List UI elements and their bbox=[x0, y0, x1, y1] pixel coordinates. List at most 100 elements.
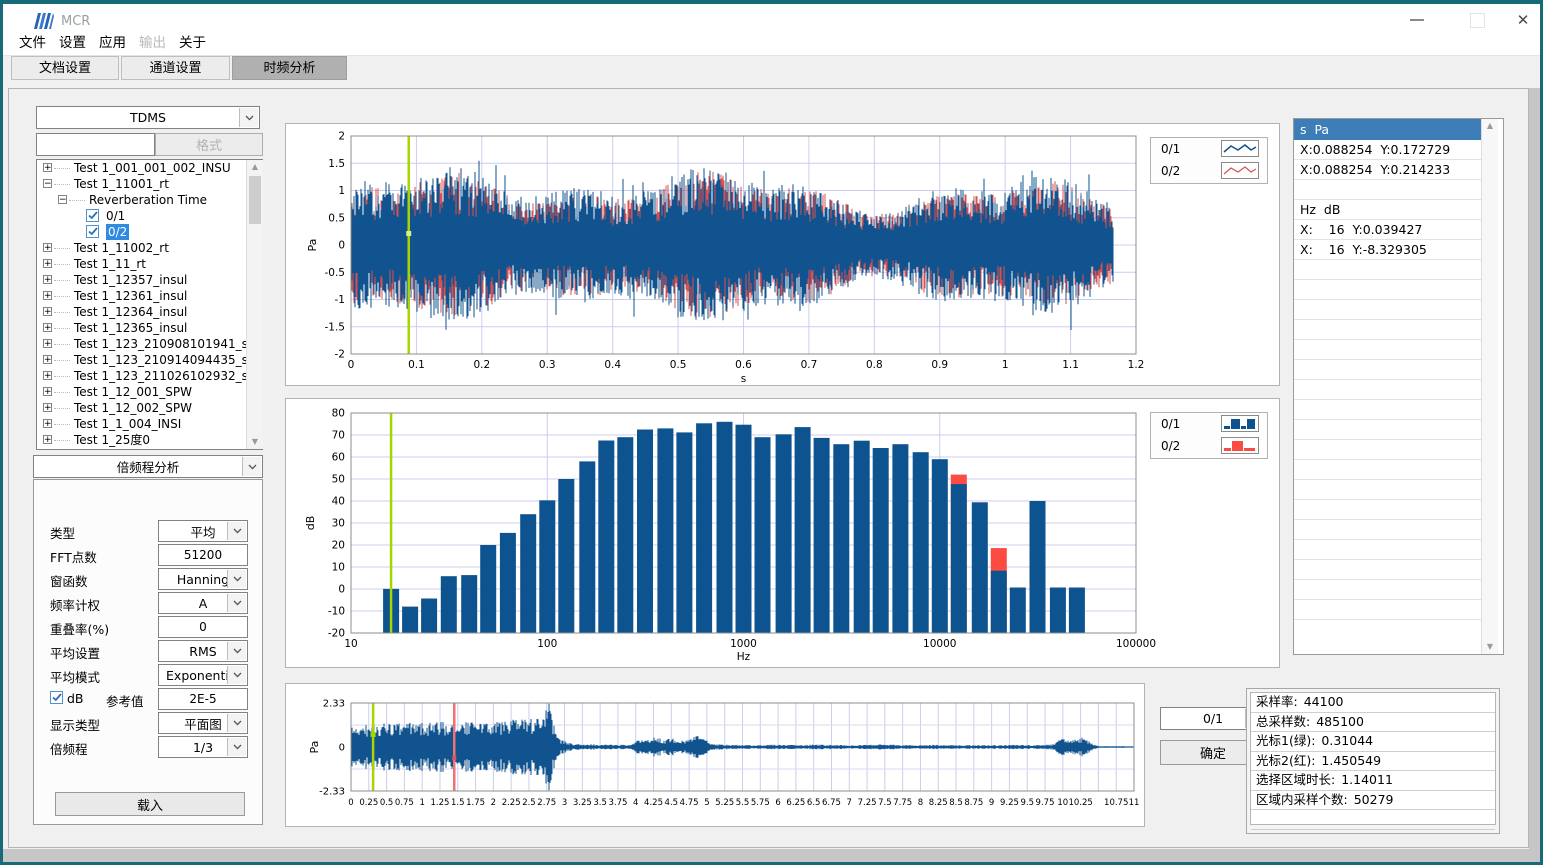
expand-icon[interactable]: + bbox=[43, 291, 52, 300]
svg-text:1.5: 1.5 bbox=[328, 158, 345, 170]
expand-icon[interactable]: + bbox=[43, 243, 52, 252]
octave-spectrum-chart[interactable]: 80706050403020100-10-2010100100010000100… bbox=[285, 398, 1280, 668]
expand-icon[interactable]: + bbox=[43, 259, 52, 268]
expand-icon[interactable]: + bbox=[43, 403, 52, 412]
scroll-up-icon[interactable]: ▲ bbox=[247, 160, 263, 174]
form-combo[interactable]: A bbox=[158, 592, 248, 614]
tab-3[interactable]: 时频分析 bbox=[232, 56, 347, 80]
filter-input[interactable] bbox=[36, 133, 155, 156]
svg-text:0.2: 0.2 bbox=[473, 359, 490, 371]
tree-checkbox[interactable] bbox=[86, 225, 99, 238]
legend-row: 0/2 bbox=[1151, 435, 1267, 457]
expand-icon[interactable]: + bbox=[43, 275, 52, 284]
chevron-down-icon[interactable] bbox=[227, 570, 246, 588]
menu-item-5[interactable]: 关于 bbox=[179, 32, 206, 55]
tree-item[interactable]: +Test 1_12_001_SPW bbox=[37, 384, 262, 400]
tree-item[interactable]: −Reverberation Time bbox=[37, 192, 262, 208]
readout-row bbox=[1294, 580, 1482, 600]
form-combo[interactable]: Exponential bbox=[158, 664, 248, 686]
stats-row: 选择区域时长:1.14011 bbox=[1251, 771, 1495, 791]
tree-item[interactable]: +Test 1_12364_insul bbox=[37, 304, 262, 320]
form-combo[interactable]: 1/3 bbox=[158, 736, 248, 758]
file-tree[interactable]: +Test 1_001_001_002_INSU−Test 1_11001_rt… bbox=[36, 159, 263, 450]
tree-scrollbar-thumb[interactable] bbox=[249, 176, 261, 224]
tree-item[interactable]: +Test 1_12361_insul bbox=[37, 288, 262, 304]
expand-icon[interactable]: + bbox=[43, 435, 52, 444]
load-button[interactable]: 载入 bbox=[55, 792, 245, 816]
chevron-down-icon[interactable] bbox=[227, 522, 246, 540]
chevron-down-icon[interactable] bbox=[227, 594, 246, 612]
scroll-down-icon[interactable]: ▼ bbox=[247, 435, 263, 449]
menu-item-1[interactable]: 文件 bbox=[19, 32, 46, 55]
tree-item[interactable]: 0/1 bbox=[37, 208, 262, 224]
readout-row: X: 16 Y:0.039427 bbox=[1294, 220, 1482, 240]
minimize-button[interactable] bbox=[1401, 10, 1433, 30]
chevron-down-icon[interactable] bbox=[239, 108, 258, 127]
tree-item[interactable]: +Test 1_11002_rt bbox=[37, 240, 262, 256]
readout-scrollbar[interactable]: ▲ ▼ bbox=[1481, 119, 1498, 654]
form-combo[interactable]: Hanning bbox=[158, 568, 248, 590]
menu-item-3[interactable]: 应用 bbox=[99, 32, 126, 55]
tree-item[interactable]: −Test 1_11001_rt bbox=[37, 176, 262, 192]
chevron-down-icon[interactable] bbox=[227, 738, 246, 756]
expand-icon[interactable]: + bbox=[43, 355, 52, 364]
scroll-down-icon[interactable]: ▼ bbox=[1482, 640, 1498, 654]
svg-text:1: 1 bbox=[419, 798, 424, 808]
form-input[interactable]: 51200 bbox=[158, 544, 248, 566]
form-input[interactable]: 2E-5 bbox=[158, 688, 248, 710]
analysis-type-combo[interactable]: 倍频程分析 bbox=[33, 455, 263, 478]
window-scrollbar-vertical[interactable] bbox=[1529, 88, 1540, 849]
tree-item[interactable]: +Test 1_12365_insul bbox=[37, 320, 262, 336]
expand-icon[interactable]: + bbox=[43, 163, 52, 172]
form-combo[interactable]: 平均 bbox=[158, 520, 248, 542]
form-input[interactable]: 0 bbox=[158, 616, 248, 638]
file-format-combo[interactable]: TDMS bbox=[36, 106, 260, 129]
tree-item[interactable]: +Test 1_12_002_SPW bbox=[37, 400, 262, 416]
tree-checkbox[interactable] bbox=[86, 209, 99, 222]
tab-2[interactable]: 通道设置 bbox=[121, 56, 230, 80]
overview-waveform-chart[interactable]: 2.330-2.3300.250.50.7511.251.51.7522.252… bbox=[285, 683, 1145, 827]
svg-text:100: 100 bbox=[537, 638, 557, 650]
collapse-icon[interactable]: − bbox=[43, 179, 52, 188]
tree-item[interactable]: +Test 1_123_211026102932_spw bbox=[37, 368, 262, 384]
stats-value: 1.14011 bbox=[1341, 772, 1393, 787]
svg-text:1000: 1000 bbox=[730, 638, 757, 650]
stats-value: 1.450549 bbox=[1321, 753, 1381, 768]
chevron-down-icon[interactable] bbox=[227, 666, 246, 684]
chevron-down-icon[interactable] bbox=[227, 642, 246, 660]
window-scrollbar-horizontal[interactable] bbox=[3, 849, 1540, 862]
time-waveform-chart[interactable]: 21.510.50-0.5-1-1.5-200.10.20.30.40.50.6… bbox=[285, 123, 1280, 386]
readout-row bbox=[1294, 300, 1482, 320]
tree-item[interactable]: +Test 1_1_004_INSI bbox=[37, 416, 262, 432]
expand-icon[interactable]: + bbox=[43, 307, 52, 316]
tree-item[interactable]: +Test 1_001_001_002_INSU bbox=[37, 160, 262, 176]
collapse-icon[interactable]: − bbox=[58, 195, 67, 204]
scroll-up-icon[interactable]: ▲ bbox=[1482, 119, 1498, 133]
expand-icon[interactable]: + bbox=[43, 371, 52, 380]
menu-item-2[interactable]: 设置 bbox=[59, 32, 86, 55]
expand-icon[interactable]: + bbox=[43, 419, 52, 428]
tree-scrollbar[interactable]: ▲ ▼ bbox=[246, 160, 263, 449]
maximize-button[interactable] bbox=[1461, 10, 1493, 30]
tree-item[interactable]: +Test 1_123_210908101941_spw bbox=[37, 336, 262, 352]
db-checkbox[interactable] bbox=[50, 691, 63, 704]
tree-item[interactable]: +Test 1_25度0 bbox=[37, 432, 262, 448]
chevron-down-icon[interactable] bbox=[227, 714, 246, 732]
tree-item[interactable]: 0/2 bbox=[37, 224, 262, 240]
chevron-down-icon[interactable] bbox=[242, 457, 261, 476]
tree-item[interactable]: +Test 1_123_210914094435_spw bbox=[37, 352, 262, 368]
tab-1[interactable]: 文档设置 bbox=[11, 56, 119, 80]
form-combo[interactable]: 平面图 bbox=[158, 712, 248, 734]
readout-row bbox=[1294, 280, 1482, 300]
close-button[interactable]: ✕ bbox=[1507, 10, 1539, 30]
expand-icon[interactable]: + bbox=[43, 323, 52, 332]
readout-header: s Pa bbox=[1294, 119, 1482, 140]
expand-icon[interactable]: + bbox=[43, 339, 52, 348]
readout-row bbox=[1294, 560, 1482, 580]
tree-item[interactable]: +Test 1_12357_insul bbox=[37, 272, 262, 288]
format-button[interactable]: 格式 bbox=[155, 133, 263, 156]
tree-item[interactable]: +Test 1_11_rt bbox=[37, 256, 262, 272]
form-combo[interactable]: RMS bbox=[158, 640, 248, 662]
expand-icon[interactable]: + bbox=[43, 387, 52, 396]
cursor-readout-list[interactable]: s Pa X:0.088254 Y:0.172729X:0.088254 Y:0… bbox=[1293, 118, 1504, 655]
